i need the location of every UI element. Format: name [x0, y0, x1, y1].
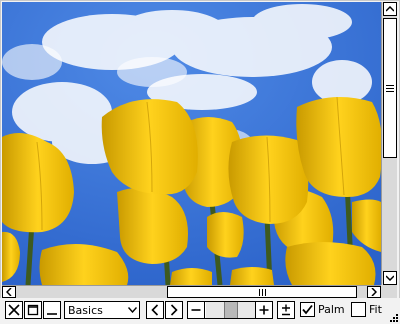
- close-button[interactable]: [5, 301, 23, 319]
- scroll-right-button[interactable]: [367, 286, 381, 298]
- plus-minus-icon: [282, 304, 290, 316]
- minimize-icon: [47, 313, 57, 315]
- scroll-left-button[interactable]: [2, 286, 16, 298]
- scroll-down-button[interactable]: [383, 271, 397, 285]
- zoom-slider[interactable]: [187, 301, 273, 319]
- mode-select[interactable]: Basics: [64, 301, 140, 319]
- fit-label: Fit: [369, 303, 382, 316]
- zoom-reset-button[interactable]: [277, 301, 295, 319]
- palm-checkbox[interactable]: [300, 302, 315, 317]
- mode-select-value: Basics: [68, 303, 103, 317]
- fit-checkbox[interactable]: [351, 302, 366, 317]
- zoom-knob[interactable]: [224, 302, 238, 318]
- chevron-left-icon: [151, 304, 159, 316]
- vertical-scrollbar[interactable]: [381, 2, 397, 285]
- scrollbar-corner: [381, 285, 397, 298]
- scroll-up-button[interactable]: [383, 2, 397, 16]
- checkmark-icon: [302, 304, 313, 315]
- image-viewport[interactable]: [2, 2, 381, 285]
- bottom-toolbar: Basics Palm Fit: [0, 298, 400, 324]
- close-icon: [8, 304, 20, 316]
- horizontal-scroll-thumb[interactable]: [167, 286, 357, 298]
- minus-icon: [191, 309, 201, 311]
- chevron-down-icon: [127, 307, 137, 313]
- chevron-down-icon: [386, 275, 394, 281]
- chevron-up-icon: [386, 6, 394, 12]
- vertical-scroll-thumb[interactable]: [383, 18, 397, 158]
- chevron-right-icon: [371, 288, 377, 296]
- resize-grip-icon[interactable]: [389, 313, 399, 323]
- plus-icon: [259, 305, 269, 315]
- maximize-icon: [27, 304, 39, 316]
- tulip-photo: [2, 2, 381, 285]
- chevron-left-icon: [6, 288, 12, 296]
- dropdown-arrow: [124, 302, 139, 318]
- horizontal-scrollbar[interactable]: [2, 285, 381, 298]
- chevron-right-icon: [170, 304, 178, 316]
- palm-label: Palm: [318, 303, 345, 316]
- zoom-track[interactable]: [206, 302, 256, 318]
- zoom-out-button[interactable]: [187, 301, 205, 319]
- maximize-button[interactable]: [24, 301, 42, 319]
- minimize-button[interactable]: [43, 301, 61, 319]
- next-button[interactable]: [165, 301, 183, 319]
- previous-button[interactable]: [146, 301, 164, 319]
- zoom-in-button[interactable]: [255, 301, 273, 319]
